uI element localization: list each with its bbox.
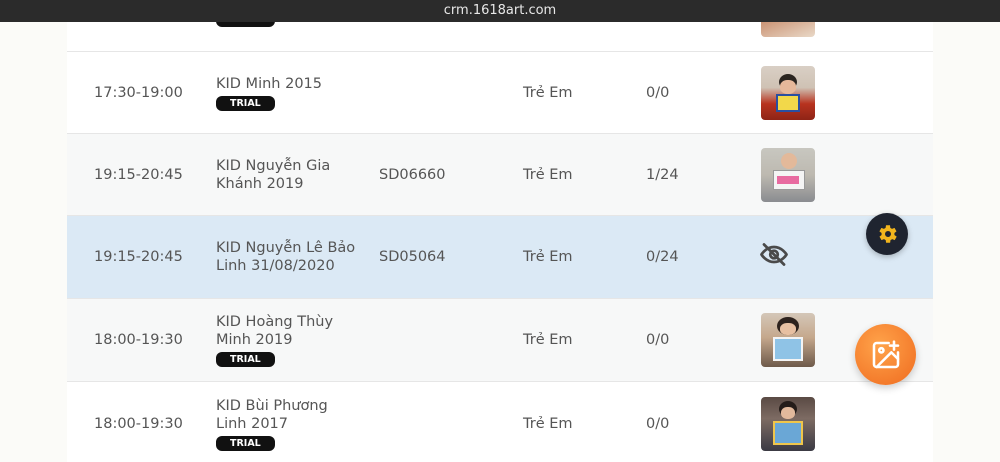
student-type: Trẻ Em <box>523 416 573 432</box>
url-text: crm.1618art.com <box>443 3 557 18</box>
artwork-thumbnail[interactable] <box>761 147 815 202</box>
session-count: 0/0 <box>646 332 670 348</box>
session-count: 1/24 <box>646 166 679 183</box>
student-name[interactable]: KID Nguyễn Gia Khánh 2019 <box>216 157 356 193</box>
student-name-cell: KID Nguyễn Lê Bảo Linh 31/08/2020 <box>216 239 356 275</box>
student-type: Trẻ Em <box>523 249 573 265</box>
student-type: Trẻ Em <box>523 332 573 348</box>
student-name[interactable]: KID Bùi Phương Linh 2017 <box>216 397 356 433</box>
table-row[interactable]: 19:15-20:45 KID Nguyễn Gia Khánh 2019 SD… <box>67 134 933 216</box>
class-time: 19:15-20:45 <box>94 249 183 265</box>
gear-icon <box>879 225 897 243</box>
student-name-cell: KID Bùi Phương Linh 2017 TRIAL <box>216 397 356 451</box>
settings-fab-button[interactable] <box>866 213 908 255</box>
trial-badge: TRIAL <box>216 352 275 367</box>
image-upload-fab-button[interactable] <box>855 324 916 385</box>
student-name-cell: KID Minh 2015 TRIAL <box>216 75 356 111</box>
artwork-thumbnail[interactable] <box>761 397 815 451</box>
artwork-thumbnail[interactable] <box>761 313 815 367</box>
session-count: 0/24 <box>646 249 679 265</box>
class-time: 18:00-19:30 <box>94 416 183 432</box>
student-code: SD05064 <box>379 249 446 265</box>
student-name[interactable]: KID Minh 2015 <box>216 75 356 93</box>
eye-off-icon[interactable] <box>759 240 789 275</box>
table-row[interactable]: 18:00-19:30 KID Hoàng Thùy Minh 2019 TRI… <box>67 299 933 382</box>
student-name[interactable]: KID Hoàng Thùy Minh 2019 <box>216 313 356 349</box>
trial-badge: TRIAL <box>216 95 275 111</box>
image-add-icon <box>872 339 899 368</box>
students-table: TRIAL 17:30-19:00 KID Minh 2015 TRIAL Tr… <box>67 0 933 462</box>
session-count: 0/0 <box>646 416 670 432</box>
table-row[interactable]: 17:30-19:00 KID Minh 2015 TRIAL Trẻ Em 0… <box>67 52 933 134</box>
class-time: 17:30-19:00 <box>94 84 183 101</box>
trial-badge: TRIAL <box>216 436 275 451</box>
table-row[interactable]: 19:15-20:45 KID Nguyễn Lê Bảo Linh 31/08… <box>67 216 933 299</box>
student-type: Trẻ Em <box>523 84 573 101</box>
student-name-cell: KID Hoàng Thùy Minh 2019 TRIAL <box>216 313 356 367</box>
table-row[interactable]: 18:00-19:30 KID Bùi Phương Linh 2017 TRI… <box>67 382 933 462</box>
artwork-thumbnail[interactable] <box>761 65 815 120</box>
student-name[interactable]: KID Nguyễn Lê Bảo Linh 31/08/2020 <box>216 239 356 275</box>
student-code: SD06660 <box>379 166 446 183</box>
student-type: Trẻ Em <box>523 166 573 183</box>
class-time: 19:15-20:45 <box>94 166 183 183</box>
session-count: 0/0 <box>646 84 670 101</box>
class-time: 18:00-19:30 <box>94 332 183 348</box>
student-name-cell: KID Nguyễn Gia Khánh 2019 <box>216 157 356 193</box>
browser-url-bar[interactable]: crm.1618art.com <box>0 0 1000 22</box>
